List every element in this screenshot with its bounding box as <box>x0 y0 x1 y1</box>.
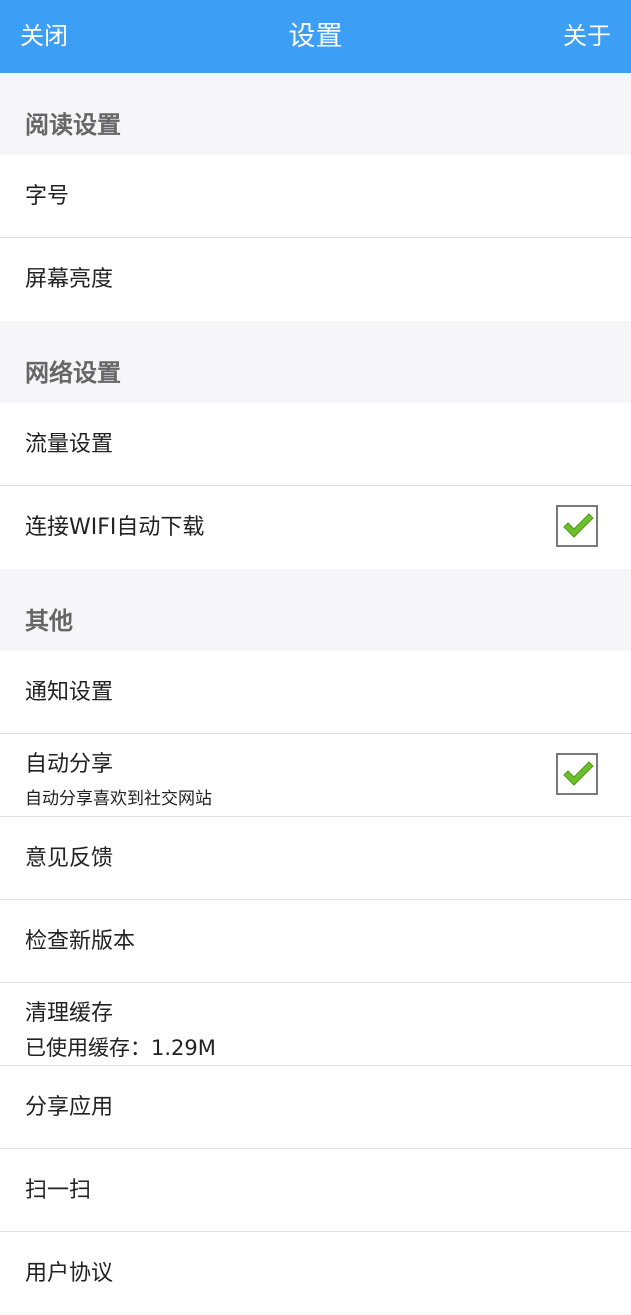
row-notification-settings[interactable]: 通知设置 <box>0 651 631 734</box>
row-label: 清理缓存 <box>25 1001 114 1026</box>
wifi-download-checkbox[interactable] <box>556 505 598 547</box>
auto-share-checkbox[interactable] <box>556 753 598 795</box>
row-label: 连接WIFI自动下载 <box>25 515 205 540</box>
row-share-app[interactable]: 分享应用 <box>0 1066 631 1149</box>
row-label: 扫一扫 <box>25 1178 92 1203</box>
section-header-reading: 阅读设置 <box>0 73 631 155</box>
checkmark-icon <box>563 761 594 786</box>
row-font-size[interactable]: 字号 <box>0 155 631 238</box>
row-user-agreement[interactable]: 用户协议 <box>0 1232 631 1315</box>
row-label: 字号 <box>25 184 70 209</box>
row-label: 自动分享 <box>25 752 114 777</box>
row-label: 检查新版本 <box>25 929 136 954</box>
cache-usage-text: 已使用缓存：1.29M <box>25 1036 216 1060</box>
section-header-network: 网络设置 <box>0 321 631 403</box>
row-label: 意见反馈 <box>25 846 114 871</box>
row-clear-cache[interactable]: 清理缓存 已使用缓存：1.29M <box>0 983 631 1066</box>
checkmark-icon <box>563 513 594 538</box>
row-label: 流量设置 <box>25 432 114 457</box>
row-wifi-auto-download[interactable]: 连接WIFI自动下载 <box>0 486 631 569</box>
row-check-update[interactable]: 检查新版本 <box>0 900 631 983</box>
row-feedback[interactable]: 意见反馈 <box>0 817 631 900</box>
top-bar: 关闭 设置 关于 <box>0 0 631 73</box>
row-data-settings[interactable]: 流量设置 <box>0 403 631 486</box>
row-auto-share[interactable]: 自动分享 自动分享喜欢到社交网站 <box>0 734 631 817</box>
section-header-other: 其他 <box>0 569 631 651</box>
row-screen-brightness[interactable]: 屏幕亮度 <box>0 238 631 321</box>
settings-list: 阅读设置 字号 屏幕亮度 网络设置 流量设置 连接WIFI自动下载 其他 通知设… <box>0 73 631 1315</box>
row-label: 用户协议 <box>25 1261 114 1286</box>
row-scan[interactable]: 扫一扫 <box>0 1149 631 1232</box>
about-button[interactable]: 关于 <box>563 0 611 73</box>
row-description: 自动分享喜欢到社交网站 <box>25 789 212 809</box>
page-title: 设置 <box>288 21 343 52</box>
row-label: 通知设置 <box>25 680 114 705</box>
row-label: 分享应用 <box>25 1095 114 1120</box>
row-label: 屏幕亮度 <box>25 267 114 292</box>
